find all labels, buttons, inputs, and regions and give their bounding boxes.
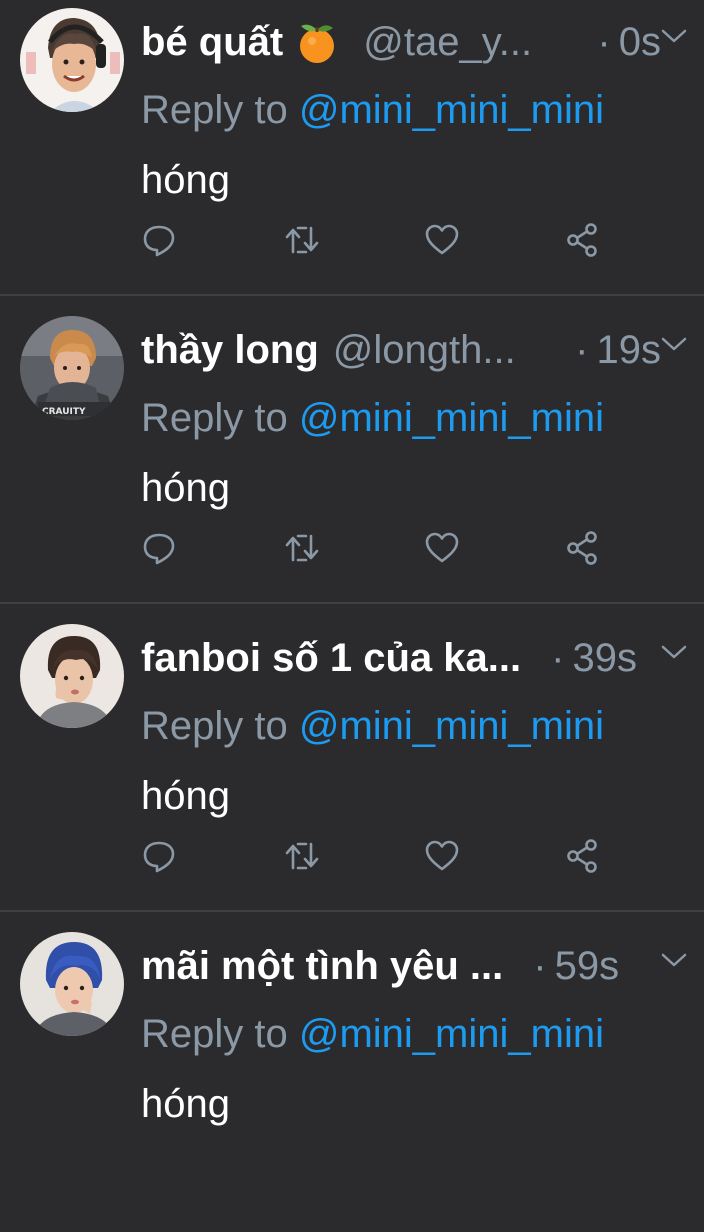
timestamp[interactable]: 59s xyxy=(555,938,620,994)
tweet-header: mãi một tình yêu ... · 59s xyxy=(141,938,661,994)
avatar[interactable] xyxy=(20,8,124,112)
reply-prefix: Reply to xyxy=(141,396,299,440)
reply-mention-link[interactable]: @mini_mini_mini xyxy=(299,88,604,132)
user-handle[interactable]: @tae_y... xyxy=(363,14,585,70)
tweet-header: fanboi số 1 của ka... · 39s xyxy=(141,630,661,686)
timestamp[interactable]: 19s xyxy=(597,322,662,378)
tweet-header: thầy long @longth... · 19s xyxy=(141,322,661,378)
user-name[interactable]: mãi một tình yêu ... xyxy=(141,938,503,994)
retweet-button[interactable] xyxy=(284,222,320,258)
share-button[interactable] xyxy=(564,222,600,258)
tweet-actions xyxy=(0,838,704,874)
separator-dot: · xyxy=(533,944,547,988)
tweet-item[interactable]: CRAUITY thầy long @longth... · 19s Reply… xyxy=(0,308,704,616)
like-icon xyxy=(425,840,459,871)
like-button[interactable] xyxy=(424,838,460,874)
reply-context: Reply to @mini_mini_mini xyxy=(141,390,604,446)
timestamp[interactable]: 0s xyxy=(619,14,661,70)
chevron-down-icon[interactable] xyxy=(660,644,688,660)
like-icon xyxy=(425,224,459,255)
tangerine-emoji-icon xyxy=(295,20,339,64)
tweet-item[interactable]: mãi một tình yêu ... · 59s Reply to @min… xyxy=(0,924,704,1232)
chevron-down-icon[interactable] xyxy=(660,952,688,968)
avatar[interactable] xyxy=(20,932,124,1036)
share-button[interactable] xyxy=(564,530,600,566)
share-button[interactable] xyxy=(564,838,600,874)
reply-mention-link[interactable]: @mini_mini_mini xyxy=(299,704,604,748)
tweet-text: hóng xyxy=(141,158,230,202)
divider xyxy=(0,294,704,296)
tweet-actions xyxy=(0,222,704,258)
separator-dot: · xyxy=(597,20,611,64)
like-icon xyxy=(425,532,459,563)
share-icon xyxy=(567,223,597,257)
tweet-item[interactable]: bé quất @tae_y... · 0s Reply to @mini_mi… xyxy=(0,0,704,308)
separator-dot: · xyxy=(551,636,565,680)
reply-button[interactable] xyxy=(141,530,177,566)
svg-text:CRAUITY: CRAUITY xyxy=(42,407,86,417)
share-icon xyxy=(567,839,597,873)
reply-mention-link[interactable]: @mini_mini_mini xyxy=(299,1012,604,1056)
tweet-header: bé quất @tae_y... · 0s xyxy=(141,14,661,70)
user-handle[interactable]: @longth... xyxy=(333,322,563,378)
retweet-button[interactable] xyxy=(284,838,320,874)
retweet-icon xyxy=(285,842,319,870)
user-name[interactable]: thầy long xyxy=(141,322,319,378)
reply-prefix: Reply to xyxy=(141,1012,299,1056)
tweet-actions xyxy=(0,530,704,566)
retweet-button[interactable] xyxy=(284,530,320,566)
reply-prefix: Reply to xyxy=(141,704,299,748)
reply-button[interactable] xyxy=(141,222,177,258)
timestamp[interactable]: 39s xyxy=(572,630,637,686)
chevron-down-icon[interactable] xyxy=(660,28,688,44)
reply-button[interactable] xyxy=(141,838,177,874)
reply-context: Reply to @mini_mini_mini xyxy=(141,1006,604,1062)
avatar[interactable]: CRAUITY xyxy=(20,316,124,420)
reply-context: Reply to @mini_mini_mini xyxy=(141,82,604,138)
reply-icon xyxy=(143,841,175,873)
tweet-text: hóng xyxy=(141,1082,230,1126)
user-name[interactable]: fanboi số 1 của ka... xyxy=(141,630,521,686)
reply-icon xyxy=(143,225,175,257)
tweet-item[interactable]: fanboi số 1 của ka... · 39s Reply to @mi… xyxy=(0,616,704,924)
separator-dot: · xyxy=(575,328,589,372)
avatar[interactable] xyxy=(20,624,124,728)
like-button[interactable] xyxy=(424,222,460,258)
reply-context: Reply to @mini_mini_mini xyxy=(141,698,604,754)
like-button[interactable] xyxy=(424,530,460,566)
user-name[interactable]: bé quất xyxy=(141,14,283,70)
tweet-text: hóng xyxy=(141,466,230,510)
reply-mention-link[interactable]: @mini_mini_mini xyxy=(299,396,604,440)
chevron-down-icon[interactable] xyxy=(660,336,688,352)
tweet-text: hóng xyxy=(141,774,230,818)
retweet-icon xyxy=(285,534,319,562)
retweet-icon xyxy=(285,226,319,254)
reply-icon xyxy=(143,533,175,565)
divider xyxy=(0,602,704,604)
divider xyxy=(0,910,704,912)
reply-prefix: Reply to xyxy=(141,88,299,132)
share-icon xyxy=(567,531,597,565)
